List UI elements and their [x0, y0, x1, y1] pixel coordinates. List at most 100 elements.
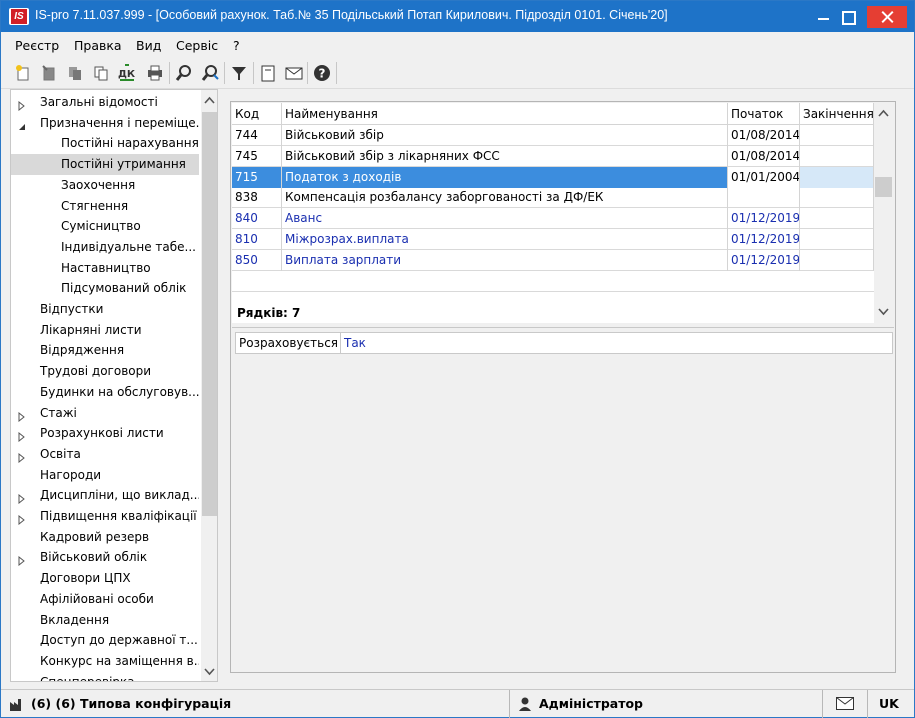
tree-item-label: Підвищення кваліфікації: [40, 509, 197, 523]
tree-item-label: Наставництво: [61, 260, 151, 275]
tree-item[interactable]: Сумісництво: [11, 216, 199, 237]
edit-icon[interactable]: [38, 62, 60, 84]
app-window: IS IS-pro 7.11.037.999 - [Особовий рахун…: [0, 0, 915, 718]
scroll-down-icon[interactable]: [875, 303, 892, 320]
menu-view[interactable]: Вид: [136, 38, 161, 53]
mail-icon[interactable]: [283, 62, 305, 84]
close-button[interactable]: [867, 6, 907, 28]
tree-item[interactable]: Стажі: [11, 403, 199, 424]
expand-arrow-icon[interactable]: [17, 490, 27, 505]
tree-item[interactable]: Кадровий резерв: [11, 527, 199, 548]
tree-item[interactable]: Вкладення: [11, 610, 199, 631]
menu-service[interactable]: Сервіс: [176, 38, 218, 53]
column-header-end[interactable]: Закінчення: [800, 103, 874, 125]
status-mail-segment[interactable]: [823, 690, 868, 718]
column-header-code[interactable]: Код: [232, 103, 282, 125]
scroll-up-icon[interactable]: [875, 105, 892, 122]
table-row[interactable]: 744 Військовий збір 01/08/2014: [232, 125, 874, 146]
table-row[interactable]: 745 Військовий збір з лікарняних ФСС 01/08…: [232, 145, 874, 167]
toolbar: ДК ?: [1, 58, 914, 89]
tree-item[interactable]: Спецперевірка: [11, 672, 199, 682]
tree-item[interactable]: Освіта: [11, 444, 199, 465]
copy-icon[interactable]: [90, 62, 112, 84]
expand-arrow-icon[interactable]: [17, 552, 27, 567]
tree-item[interactable]: Договори ЦПХ: [11, 568, 199, 589]
tree-item[interactable]: Конкурс на заміщення в...: [11, 651, 199, 672]
table-row[interactable]: 810 Міжрозрах.виплата 01/12/2019: [232, 229, 874, 250]
detail-panel: Розраховується Так: [232, 327, 894, 672]
tree-item[interactable]: Стягнення: [11, 196, 199, 217]
find-icon[interactable]: [173, 62, 195, 84]
tree-item[interactable]: Лікарняні листи: [11, 320, 199, 341]
scroll-down-icon[interactable]: [201, 663, 217, 680]
expand-arrow-icon[interactable]: [17, 97, 27, 112]
svg-text:?: ?: [319, 67, 326, 81]
tree-item[interactable]: Афілійовані особи: [11, 589, 199, 610]
table-row[interactable]: 850 Виплата зарплати 01/12/2019: [232, 249, 874, 271]
grid-scroll-thumb[interactable]: [875, 177, 892, 197]
expand-arrow-icon[interactable]: [17, 449, 27, 463]
status-bar: (6) (6) Типова конфігурація Адміністрато…: [1, 689, 914, 718]
delete-icon[interactable]: [64, 62, 86, 84]
table-row[interactable]: 838 Компенсація розбалансу заборгованості…: [232, 187, 874, 209]
maximize-button[interactable]: [831, 1, 865, 32]
tree-item-label: Конкурс на заміщення в...: [40, 653, 199, 668]
tree-item[interactable]: Наставництво: [11, 258, 199, 279]
grid-scrollbar[interactable]: [874, 103, 894, 323]
form-icon[interactable]: [257, 62, 279, 84]
tree-item[interactable]: Загальні відомості: [11, 92, 199, 113]
menu-registry[interactable]: Реєстр: [15, 38, 59, 53]
mail-icon[interactable]: [836, 697, 854, 710]
navigation-tree: Загальні відомості Призначення і переміще…: [10, 89, 218, 682]
cell-code: 810: [232, 229, 282, 250]
column-header-start[interactable]: Початок: [728, 103, 800, 125]
table-row[interactable]: 715 Податок з доходів 01/01/2004: [232, 166, 874, 188]
cell-start: [728, 187, 800, 209]
find-next-icon[interactable]: [199, 62, 221, 84]
menu-help[interactable]: ?: [233, 38, 240, 53]
tree-item-label: Заохочення: [61, 177, 136, 192]
detail-value[interactable]: Так: [340, 332, 893, 354]
tree-scroll-thumb[interactable]: [202, 112, 217, 516]
tree-item[interactable]: Заохочення: [11, 175, 199, 196]
tree-item[interactable]: Будинки на обслуговув...: [11, 382, 199, 403]
tree-item[interactable]: Індивідуальне табе...: [11, 237, 199, 258]
expand-arrow-icon[interactable]: [17, 511, 27, 526]
collapse-arrow-icon[interactable]: [17, 118, 27, 130]
filter-icon[interactable]: [228, 62, 250, 84]
debit-credit-icon[interactable]: ДК: [116, 62, 138, 84]
tree-item-label: Афілійовані особи: [40, 591, 154, 606]
tree-item[interactable]: Трудові договори: [11, 361, 199, 382]
print-icon[interactable]: [144, 62, 166, 84]
menu-bar: Реєстр Правка Вид Сервіс ?: [1, 34, 914, 56]
tree-item-label: Сумісництво: [61, 219, 141, 234]
tree-item[interactable]: Військовий облік: [11, 547, 199, 568]
tree-item[interactable]: Відпустки: [11, 299, 199, 320]
cell-start: 01/12/2019: [728, 208, 800, 230]
status-language[interactable]: UK: [879, 696, 899, 711]
table-row[interactable]: 840 Аванс 01/12/2019: [232, 208, 874, 230]
column-header-name[interactable]: Найменування: [282, 103, 728, 125]
tree-item-label: Спецперевірка: [40, 674, 135, 682]
tree-item[interactable]: Підвищення кваліфікації: [11, 506, 199, 527]
tree-item[interactable]: Підсумований облік: [11, 278, 199, 299]
tree-item[interactable]: Доступ до державної т...: [11, 630, 199, 651]
help-icon[interactable]: ?: [311, 62, 333, 84]
tree-item[interactable]: Розрахункові листи: [11, 423, 199, 444]
status-lang-segment[interactable]: UK: [868, 690, 914, 718]
factory-icon: [10, 699, 21, 711]
tree-item[interactable]: Нагороди: [11, 465, 199, 486]
tree-item[interactable]: Дисципліни, що виклад...: [11, 485, 199, 506]
tree-item[interactable]: Постійні утримання: [11, 154, 199, 176]
cell-end: [800, 145, 874, 167]
tree-item[interactable]: Постійні нарахування: [11, 133, 199, 154]
tree-scrollbar[interactable]: [201, 90, 217, 681]
expand-arrow-icon[interactable]: [17, 428, 27, 443]
expand-arrow-icon[interactable]: [17, 408, 27, 422]
menu-edit[interactable]: Правка: [74, 38, 122, 53]
new-icon[interactable]: [12, 62, 34, 84]
tree-item[interactable]: Відрядження: [11, 340, 199, 361]
scroll-up-icon[interactable]: [201, 92, 217, 109]
tree-item[interactable]: Призначення і переміще...: [11, 113, 199, 134]
cell-end: [800, 125, 874, 146]
